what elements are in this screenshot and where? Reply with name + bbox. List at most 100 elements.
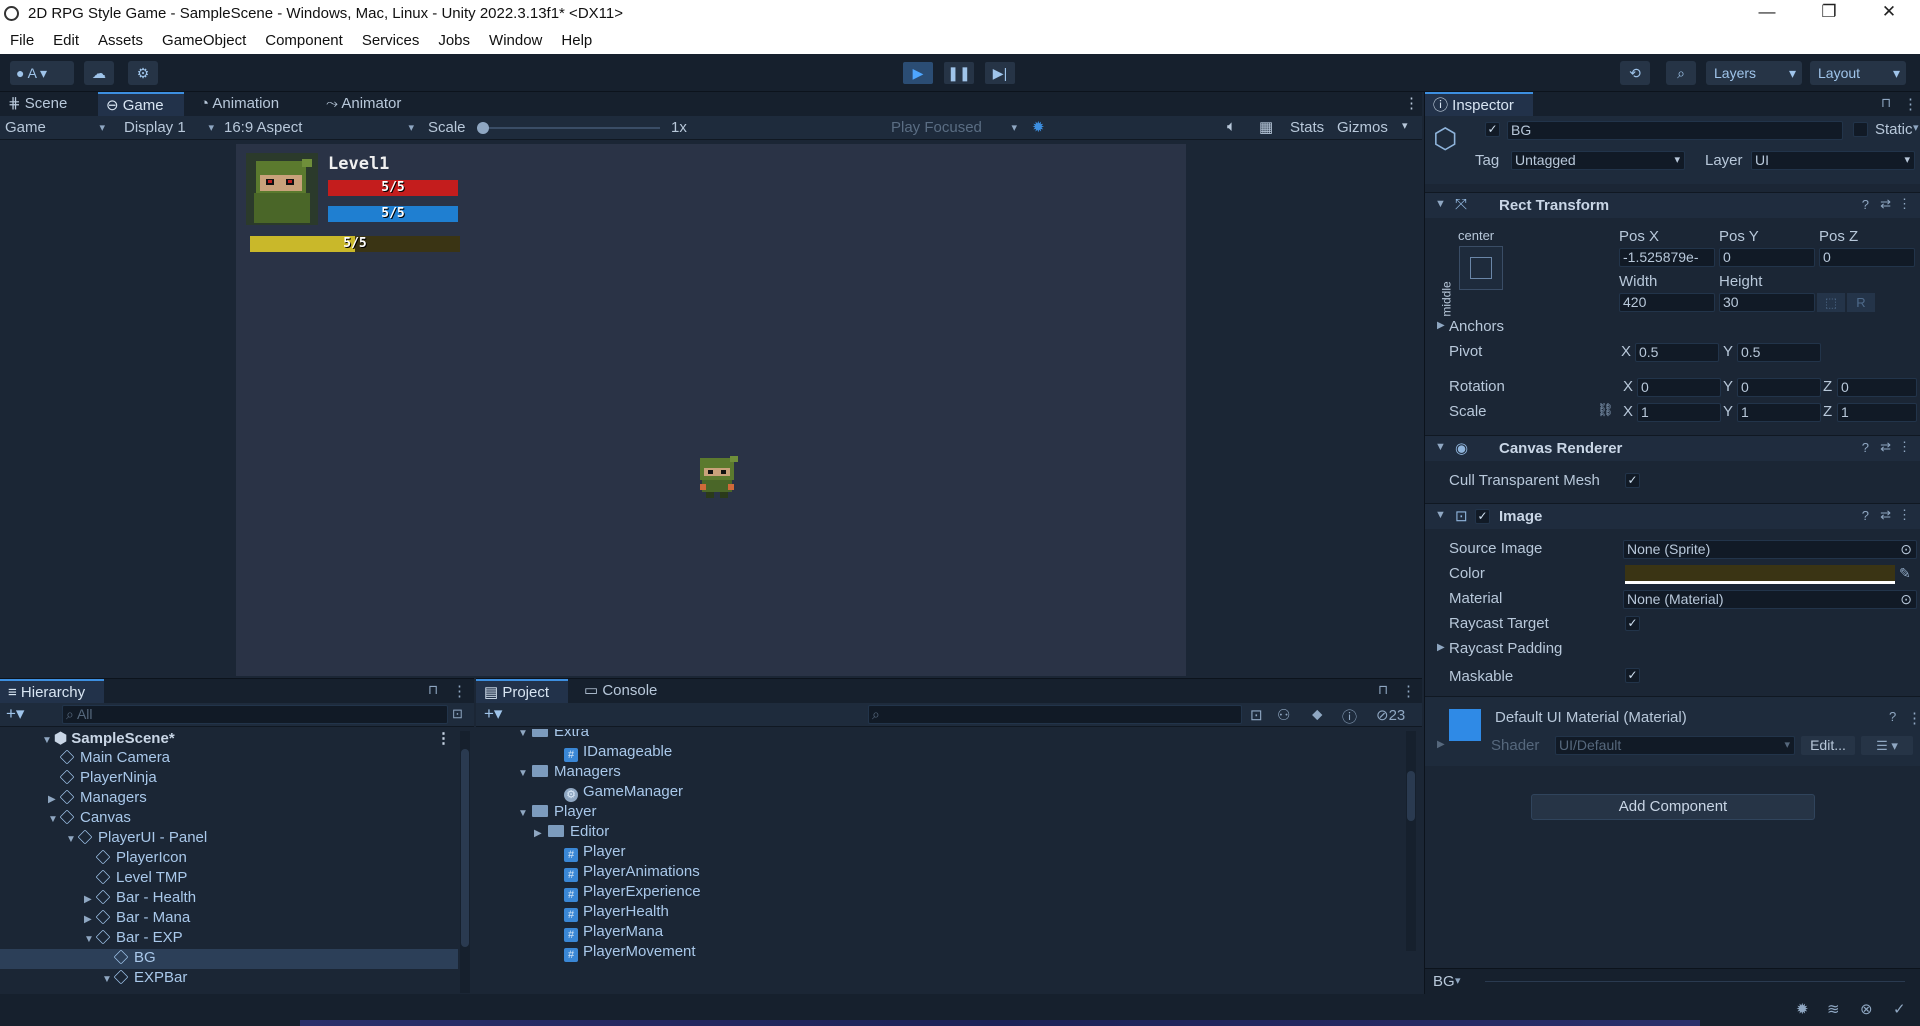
rect-transform-header[interactable]: ▼ ⤧ Rect Transform ? ⇄ ⋮ <box>1425 192 1920 218</box>
image-header[interactable]: ▼ ⊡ ✓ Image ? ⇄ ⋮ <box>1425 503 1920 529</box>
tab-hierarchy[interactable]: ≡ Hierarchy <box>0 679 104 703</box>
chevron-down-icon[interactable]: ▼ <box>518 768 532 779</box>
bug-icon[interactable]: ✹ <box>1032 118 1045 136</box>
project-item[interactable]: ⚙ GameManager <box>550 783 683 803</box>
hierarchy-item[interactable]: PlayerNinja <box>0 769 458 789</box>
tab-game[interactable]: ⊖ Game <box>98 92 184 116</box>
create-button[interactable]: +▾ <box>484 704 502 724</box>
scene-menu-icon[interactable]: ⋮ <box>436 729 451 747</box>
preview-object-label[interactable]: BG <box>1433 973 1455 990</box>
filter-type-icon[interactable]: ⚇ <box>1277 706 1290 724</box>
tab-animator[interactable]: ⤳ Animator <box>318 92 422 116</box>
add-component-button[interactable]: Add Component <box>1531 794 1815 820</box>
raycast-padding-foldout[interactable]: Raycast Padding <box>1449 640 1562 657</box>
width-field[interactable]: 420 <box>1619 293 1715 312</box>
pivot-x-field[interactable]: 0.5 <box>1635 343 1719 362</box>
preset-icon[interactable]: ⇄ <box>1880 196 1891 212</box>
panel-menu-icon[interactable]: ⋮ <box>452 682 467 700</box>
canvas-renderer-header[interactable]: ▼ ◉ Canvas Renderer ? ⇄ ⋮ <box>1425 435 1920 461</box>
hierarchy-item[interactable]: ▶ Bar - Health <box>0 889 458 909</box>
help-icon[interactable]: ? <box>1862 440 1869 455</box>
eyedropper-icon[interactable]: ✎ <box>1899 565 1911 582</box>
menu-window[interactable]: Window <box>479 28 551 49</box>
warning-icon[interactable]: ⓘ <box>1342 706 1357 727</box>
rotation-z-field[interactable]: 0 <box>1837 378 1917 397</box>
constrain-proportions-icon[interactable]: ⛓ <box>1597 402 1614 418</box>
hierarchy-item[interactable]: ▼ Canvas <box>0 809 458 829</box>
grid-icon[interactable]: ▦ <box>1259 118 1273 136</box>
hierarchy-item[interactable]: ▶ Bar - Mana <box>0 909 458 929</box>
pos-z-field[interactable]: 0 <box>1819 248 1915 267</box>
hierarchy-item[interactable]: BG <box>0 949 458 969</box>
menu-component[interactable]: Component <box>255 28 352 49</box>
scale-x-field[interactable]: 1 <box>1637 403 1721 422</box>
play-focused-dropdown[interactable]: Play Focused <box>891 119 1017 137</box>
layers-dropdown[interactable]: Layers ▾ <box>1706 61 1802 85</box>
chevron-down-icon[interactable]: ▼ <box>518 729 532 739</box>
cull-transparent-mesh-checkbox[interactable]: ✓ <box>1625 473 1640 488</box>
hierarchy-search-input[interactable]: ⌕ All <box>62 705 448 724</box>
help-icon[interactable]: ? <box>1889 709 1896 724</box>
hierarchy-item[interactable]: ▶ Managers <box>0 789 458 809</box>
component-menu-icon[interactable]: ⋮ <box>1907 709 1920 727</box>
chevron-down-icon[interactable]: ▾ <box>1455 974 1461 987</box>
hierarchy-item[interactable]: Level TMP <box>0 869 458 889</box>
raycast-target-checkbox[interactable]: ✓ <box>1625 616 1640 631</box>
tab-animation[interactable]: ◔ Animation <box>192 92 310 116</box>
history-button[interactable]: ⟲ <box>1620 61 1650 85</box>
active-checkbox[interactable]: ✓ <box>1485 122 1500 137</box>
anchors-foldout[interactable]: Anchors <box>1449 318 1504 335</box>
chevron-right-icon[interactable]: ▶ <box>1437 739 1445 750</box>
project-scrollbar[interactable] <box>1406 731 1416 951</box>
material-field[interactable]: None (Material) ⊙ <box>1623 590 1917 609</box>
chevron-down-icon[interactable]: ▼ <box>102 974 114 985</box>
help-icon[interactable]: ? <box>1862 508 1869 523</box>
tag-dropdown[interactable]: Untagged ▾ <box>1511 151 1685 170</box>
chevron-down-icon[interactable]: ▼ <box>518 808 532 819</box>
lock-icon[interactable]: ⊓ <box>1881 95 1891 111</box>
debug-icon[interactable]: ✹ <box>1796 1000 1809 1018</box>
chevron-down-icon[interactable]: ▾ <box>1402 119 1408 132</box>
source-image-field[interactable]: None (Sprite) ⊙ <box>1623 540 1917 559</box>
display-dropdown[interactable]: Display 1 <box>124 119 214 137</box>
project-item[interactable]: # PlayerExperience <box>550 883 701 903</box>
chevron-down-icon[interactable]: ▼ <box>84 934 96 945</box>
project-item[interactable]: # Player <box>550 843 626 863</box>
object-name-input[interactable]: BG <box>1507 121 1843 140</box>
chevron-right-icon[interactable]: ▶ <box>1437 642 1445 653</box>
chevron-right-icon[interactable]: ▶ <box>84 894 96 905</box>
scale-y-field[interactable]: 1 <box>1737 403 1821 422</box>
panel-menu-icon[interactable]: ⋮ <box>1401 682 1416 700</box>
scrollbar-thumb[interactable] <box>461 749 469 947</box>
component-menu-icon[interactable]: ⋮ <box>1898 507 1911 523</box>
scale-z-field[interactable]: 1 <box>1837 403 1917 422</box>
pos-y-field[interactable]: 0 <box>1719 248 1815 267</box>
network-icon[interactable]: ⊗ <box>1860 1000 1873 1018</box>
rotation-y-field[interactable]: 0 <box>1737 378 1821 397</box>
project-item[interactable]: # PlayerAnimations <box>550 863 700 883</box>
search-scope-icon[interactable]: ⊡ <box>1250 706 1263 724</box>
preset-icon[interactable]: ⇄ <box>1880 507 1891 523</box>
menu-edit[interactable]: Edit <box>43 28 88 49</box>
play-button[interactable]: ▶ <box>903 62 933 84</box>
component-menu-icon[interactable]: ⋮ <box>1898 439 1911 455</box>
hierarchy-scrollbar[interactable] <box>460 731 470 993</box>
audio-icon[interactable]: 🔈︎ <box>1227 118 1236 135</box>
project-item[interactable]: # IDamageable <box>550 743 672 763</box>
height-field[interactable]: 30 <box>1719 293 1815 312</box>
rotation-x-field[interactable]: 0 <box>1637 378 1721 397</box>
raw-edit-button[interactable]: R <box>1847 293 1875 312</box>
shader-menu-button[interactable]: ☰ ▾ <box>1861 736 1913 755</box>
hierarchy-item[interactable]: ▼ PlayerUI - Panel <box>0 829 458 849</box>
menu-gameobject[interactable]: GameObject <box>152 28 255 49</box>
check-icon[interactable]: ✓ <box>1893 1000 1906 1018</box>
pivot-y-field[interactable]: 0.5 <box>1737 343 1821 362</box>
blueprint-mode-button[interactable]: ⬚ <box>1817 293 1845 312</box>
menu-services[interactable]: Services <box>352 28 429 49</box>
chevron-right-icon[interactable]: ▶ <box>48 794 60 805</box>
chevron-right-icon[interactable]: ▶ <box>1437 320 1445 331</box>
tab-scene[interactable]: ⋕ Scene <box>0 92 92 116</box>
stats-button[interactable]: Stats <box>1290 119 1324 136</box>
gizmos-button[interactable]: Gizmos <box>1337 119 1388 136</box>
aspect-dropdown[interactable]: 16:9 Aspect <box>224 119 414 137</box>
